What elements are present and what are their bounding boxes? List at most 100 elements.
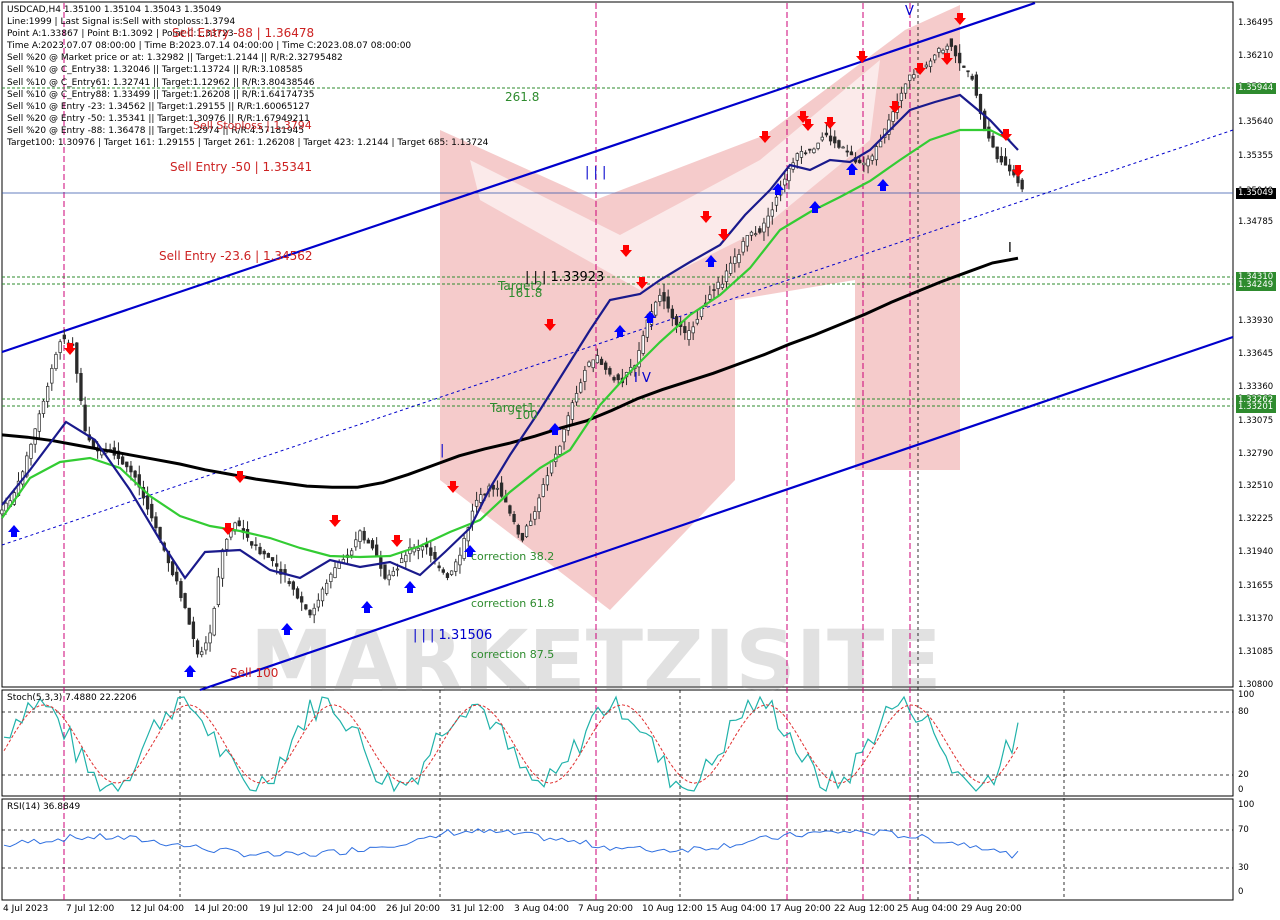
candle-body (599, 358, 604, 365)
candle-body (300, 596, 304, 603)
price-axis-tick: 1.31085 (1238, 646, 1274, 657)
candle-body (308, 609, 312, 616)
time-axis-tick: 26 Jul 20:00 (386, 904, 440, 914)
stoch-main-line (3, 695, 1019, 793)
buy-signal-arrow-icon (184, 665, 196, 677)
candle-body (1003, 156, 1008, 166)
price-axis-tick: 1.36495 (1238, 18, 1274, 28)
time-axis-tick: 14 Jul 20:00 (194, 904, 248, 914)
price-axis-tick: 1.31370 (1238, 613, 1274, 624)
candle-body (849, 151, 854, 156)
price-axis-tick: 1.33075 (1238, 415, 1274, 426)
chart-title: USDCAD,H4 1.35100 1.35104 1.35043 1.3504… (7, 5, 222, 15)
candle-body (728, 262, 733, 274)
candle-body (583, 369, 587, 382)
sell-entry-50-label: Sell Entry -50 | 1.35341 (170, 160, 313, 174)
candle-body (433, 551, 437, 560)
candle-body (58, 341, 62, 353)
candle-body (225, 538, 229, 550)
rsi-pane-frame (1, 798, 1234, 901)
candle-body (862, 162, 866, 166)
candle-body (499, 482, 504, 497)
time-axis-tick: 22 Aug 12:00 (834, 904, 895, 914)
candle-body (358, 530, 362, 542)
info-line: Sell %20 @ Market price or at: 1.32982 |… (7, 53, 343, 64)
price-axis-tick: 1.35355 (1238, 150, 1274, 161)
candle-body (616, 374, 620, 381)
candle-body (474, 499, 479, 507)
buy-signal-arrow-icon (404, 581, 416, 593)
candle-body (445, 573, 450, 578)
candle-body (391, 570, 395, 576)
price-axis-tick: 1.32790 (1238, 448, 1274, 459)
wave-i-label: | (440, 443, 445, 458)
candle-body (29, 443, 33, 459)
candle-body (924, 64, 929, 68)
candle-body (991, 135, 995, 148)
candle-body (1008, 164, 1012, 172)
candle-body (795, 153, 799, 161)
price-tag-1618b: 1.34249 (1236, 280, 1276, 291)
sell-100-label: Sell 100 (230, 666, 279, 680)
price-axis-tick: 1.32225 (1238, 514, 1274, 525)
candle-body (150, 503, 154, 519)
candle-body (783, 178, 787, 186)
candle-body (458, 554, 462, 566)
candle-body (587, 361, 591, 367)
candle-body (545, 475, 550, 486)
time-axis-tick: 24 Jul 04:00 (322, 904, 376, 914)
stoch-level-100: 100 (1238, 690, 1255, 700)
correction-875-label: correction 87.5 (471, 648, 555, 661)
candle-body (928, 60, 933, 67)
candle-body (133, 470, 137, 478)
candle-body (612, 377, 616, 381)
candle-body (903, 83, 908, 94)
price-tag-target1b: 1.33201 (1236, 402, 1276, 413)
candle-body (674, 316, 679, 326)
price-axis-tick: 1.32510 (1238, 481, 1274, 492)
candle-body (320, 588, 325, 602)
time-axis-tick: 12 Jul 04:00 (130, 904, 184, 914)
candle-body (933, 54, 937, 61)
candle-body (562, 428, 566, 443)
candle-body (79, 373, 83, 402)
wave-v-label: V (905, 4, 914, 19)
candle-body (387, 574, 391, 581)
candle-body (62, 334, 66, 340)
candle-body (125, 461, 129, 468)
candle-body (837, 140, 841, 148)
candle-body (129, 465, 133, 473)
candle-body (824, 132, 829, 136)
candle-body (574, 393, 579, 403)
candle-body (662, 292, 666, 302)
candle-body (529, 520, 533, 526)
candle-body (749, 231, 754, 236)
candle-body (953, 45, 958, 57)
candle-body (695, 318, 699, 324)
fib-2618-label: 261.8 (505, 90, 540, 104)
candle-body (787, 168, 791, 182)
candle-body (970, 75, 974, 80)
candle-body (899, 92, 904, 101)
candle-body (429, 547, 433, 556)
stoch-level-20: 20 (1238, 770, 1249, 780)
candle-body (216, 576, 221, 606)
candle-body (462, 538, 466, 559)
candle-body (595, 355, 600, 364)
candle-body (204, 642, 208, 651)
candle-body (666, 296, 670, 309)
candle-body (570, 402, 575, 420)
candle-body (145, 495, 150, 510)
rsi-pane (2, 828, 1233, 869)
info-line: Time A:2023.07.07 08:00:00 | Time B:2023… (7, 41, 412, 52)
candle-body (770, 209, 774, 217)
candle-body (966, 70, 970, 73)
candle-body (999, 155, 1003, 163)
candle-body (254, 544, 258, 547)
candle-body (50, 368, 54, 384)
candle-body (437, 565, 441, 569)
stoch-label: Stoch(5,3,3) 7.4880 22.2206 (7, 693, 137, 703)
candle-body (579, 382, 583, 393)
candle-body (974, 74, 979, 96)
candle-body (0, 509, 4, 515)
